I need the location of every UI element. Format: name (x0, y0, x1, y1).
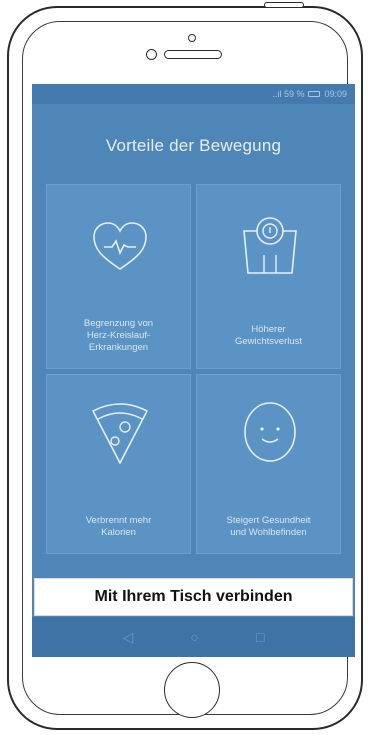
scale-icon (242, 217, 297, 274)
tile-label: Begrenzung von Herz-Kreislauf- Erkrankun… (53, 318, 184, 354)
heart-pulse-icon (92, 222, 147, 270)
app-screen: ..il 59 % 09:09 Vorteile der Bewegung Be… (32, 84, 355, 657)
tile-label-line: Kalorien (101, 527, 136, 538)
benefit-tile-heart: Begrenzung von Herz-Kreislauf- Erkrankun… (46, 184, 191, 369)
tile-label-line: Höherer (251, 324, 286, 335)
recents-icon[interactable]: □ (256, 629, 264, 645)
tile-label-line: Gewichtsverlust (234, 336, 303, 347)
tile-label-line: Begrenzung von (83, 318, 154, 329)
home-icon[interactable]: ○ (190, 629, 198, 645)
status-time: 09:09 (324, 89, 347, 99)
battery-icon (308, 91, 321, 97)
power-button (264, 2, 304, 8)
tile-label-line: Steigert Gesundheit (226, 515, 311, 526)
page-title: Vorteile der Bewegung (105, 136, 282, 155)
signal-indicator: ..il 59 % (272, 89, 305, 99)
pizza-slice-icon (91, 403, 148, 464)
tile-label-line: Herz-Kreislauf- (86, 330, 151, 341)
smiley-face-icon (243, 402, 296, 462)
earpiece-speaker (164, 50, 222, 59)
home-button[interactable] (164, 662, 220, 718)
back-icon[interactable]: ◁ (123, 629, 134, 646)
front-camera (146, 49, 157, 60)
tile-label: Höherer Gewichtsverlust (203, 324, 334, 348)
tile-label-line: Erkrankungen (88, 342, 149, 353)
tile-label-line: Verbrennt mehr (85, 515, 152, 526)
benefit-tile-calories: Verbrennt mehr Kalorien (46, 374, 191, 554)
benefit-tile-wellbeing: Steigert Gesundheit und Wohlbefinden (196, 374, 341, 554)
status-bar: ..il 59 % 09:09 (32, 84, 355, 104)
tile-label: Verbrennt mehr Kalorien (53, 515, 184, 539)
proximity-sensor (188, 34, 196, 42)
android-nav-bar: ◁ ○ □ (32, 617, 355, 657)
connect-desk-button[interactable]: Mit Ihrem Tisch verbinden (34, 578, 353, 616)
benefit-tile-weight: Höherer Gewichtsverlust (196, 184, 341, 369)
tile-label-line: und Wohlbefinden (230, 527, 307, 538)
tile-label: Steigert Gesundheit und Wohlbefinden (203, 515, 334, 539)
